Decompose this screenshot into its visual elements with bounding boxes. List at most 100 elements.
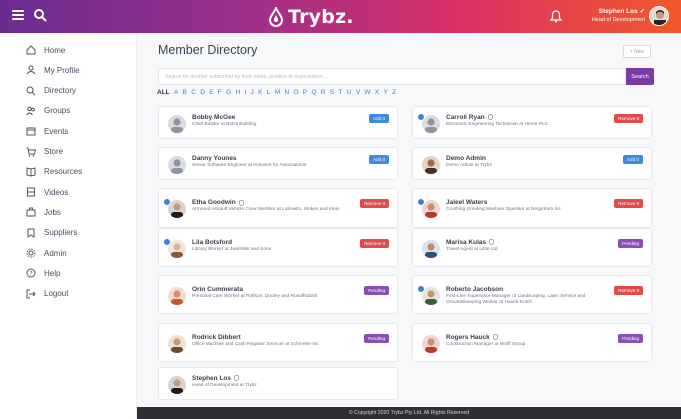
member-name[interactable]: Rogers Hauck: [446, 334, 498, 341]
remove-button[interactable]: Remove It: [614, 285, 643, 295]
search-button[interactable]: Search: [626, 68, 654, 85]
avatar[interactable]: [168, 114, 186, 133]
sidebar-item-admin[interactable]: Admin: [26, 246, 67, 260]
sidebar-item-label: Help: [44, 268, 61, 278]
member-card[interactable]: Demo Admin Demo Admin at Trybz Add It: [412, 147, 652, 180]
member-card[interactable]: Etha Goodwin Armored Assault Vehicle Crew…: [158, 188, 398, 228]
letter-filter-d[interactable]: D: [200, 89, 205, 96]
logo[interactable]: Trybz.: [268, 6, 354, 28]
sidebar-item-groups[interactable]: Groups: [26, 104, 70, 118]
member-name[interactable]: Rodrick Dibbert: [192, 334, 241, 341]
sidebar-item-help[interactable]: ? Help: [26, 266, 60, 280]
member-name[interactable]: Lila Botsford: [192, 239, 232, 246]
member-card[interactable]: Orin Cummerata Personal Care Worker at Ro…: [158, 275, 398, 314]
member-name[interactable]: Stephen Los: [192, 375, 240, 382]
member-card[interactable]: Carroll Ryan Electronic Engineering Techn…: [412, 106, 652, 139]
bell-icon[interactable]: [550, 10, 562, 23]
letter-filter-o[interactable]: O: [293, 89, 298, 96]
avatar[interactable]: [649, 6, 669, 26]
letter-filter-a[interactable]: A: [174, 89, 178, 96]
letter-filter-c[interactable]: C: [191, 89, 196, 96]
letter-filter-x[interactable]: X: [375, 89, 379, 96]
member-card[interactable]: Jaleel Waters Crushing Grinding Machine O…: [412, 188, 652, 228]
letter-filter-g[interactable]: G: [226, 89, 231, 96]
member-card[interactable]: Rodrick Dibbert Office Machine and Cash R…: [158, 323, 398, 362]
letter-filter-e[interactable]: E: [209, 89, 213, 96]
member-name[interactable]: Danny Younes: [192, 155, 237, 162]
letter-filter-q[interactable]: Q: [311, 89, 316, 96]
sidebar-item-directory[interactable]: Directory: [26, 84, 76, 98]
letter-filter-h[interactable]: H: [236, 89, 241, 96]
sidebar-item-logout[interactable]: Logout: [26, 287, 68, 301]
member-name[interactable]: Carroll Ryan: [446, 114, 493, 121]
member-name[interactable]: Demo Admin: [446, 155, 486, 162]
sidebar-item-label: Store: [44, 147, 64, 156]
avatar[interactable]: [422, 239, 440, 258]
letter-filter-f[interactable]: F: [218, 89, 222, 96]
letter-filter-p[interactable]: P: [303, 89, 307, 96]
add-button[interactable]: Add It: [368, 113, 389, 123]
letter-filter-u[interactable]: U: [347, 89, 352, 96]
letter-filter-s[interactable]: S: [330, 89, 334, 96]
avatar[interactable]: [168, 286, 186, 305]
letter-filter-z[interactable]: Z: [392, 89, 396, 96]
verified-shield-icon: [238, 199, 244, 206]
member-name[interactable]: Marisa Kulas: [446, 239, 495, 246]
letter-filter-j[interactable]: J: [251, 89, 254, 96]
sidebar-item-videos[interactable]: Videos: [26, 185, 68, 199]
member-card[interactable]: Stephen Los Head of Development at Trybz: [158, 367, 398, 400]
letter-filter-i[interactable]: I: [245, 89, 247, 96]
letter-filter-r[interactable]: R: [321, 89, 326, 96]
home-icon: [26, 45, 36, 55]
letter-filter-b[interactable]: B: [183, 89, 187, 96]
member-card[interactable]: Lila Botsford Library Worker at Jaskolski…: [158, 228, 398, 267]
letter-filter-t[interactable]: T: [338, 89, 342, 96]
sidebar-item-jobs[interactable]: Jobs: [26, 205, 61, 219]
search-icon[interactable]: [33, 8, 47, 22]
member-card[interactable]: Bobby McGee Chief Builder at Bob's Buildi…: [158, 106, 398, 139]
remove-button[interactable]: Remove It: [360, 199, 389, 208]
letter-filter-w[interactable]: W: [364, 89, 370, 96]
remove-button[interactable]: Remove It: [614, 113, 643, 123]
avatar[interactable]: [168, 334, 186, 353]
avatar[interactable]: [422, 155, 440, 174]
avatar[interactable]: [422, 334, 440, 353]
member-subtitle: Chief Builder at Bob's Building: [192, 121, 257, 127]
member-subtitle: Head of Development at Trybz: [192, 382, 257, 388]
new-button[interactable]: + New: [623, 45, 651, 58]
remove-button[interactable]: Remove It: [614, 199, 643, 208]
avatar[interactable]: [168, 155, 186, 174]
sidebar-item-my-profile[interactable]: My Profile: [26, 63, 80, 77]
search-input[interactable]: Search for another subscriber by their n…: [158, 68, 626, 85]
user-menu[interactable]: Stephen Los ✓ Head of Development: [592, 8, 645, 23]
member-card[interactable]: Roberto Jacobson First-Line Supervisor-Ma…: [412, 275, 652, 314]
letter-filter-k[interactable]: K: [258, 89, 262, 96]
add-button[interactable]: Add It: [622, 154, 643, 164]
letter-filter-all[interactable]: ALL: [157, 89, 170, 96]
sidebar-item-resources[interactable]: Resources: [26, 165, 82, 179]
letter-filter-m[interactable]: M: [275, 89, 280, 96]
member-subtitle: Travel Agent at Little Ltd: [446, 246, 498, 252]
sidebar-item-store[interactable]: Store: [26, 145, 63, 159]
menu-icon[interactable]: [12, 10, 24, 20]
letter-filter-v[interactable]: V: [356, 89, 360, 96]
member-name[interactable]: Etha Goodwin: [192, 199, 244, 206]
member-name[interactable]: Jaleel Waters: [446, 199, 487, 206]
member-name[interactable]: Bobby McGee: [192, 114, 235, 121]
remove-button[interactable]: Remove It: [360, 238, 389, 248]
letter-filter-y[interactable]: Y: [383, 89, 387, 96]
verified-shield-icon: [492, 334, 498, 340]
sidebar-item-home[interactable]: Home: [26, 43, 65, 57]
member-name[interactable]: Orin Cummerata: [192, 286, 243, 293]
member-card[interactable]: Danny Younes Senior Software Engineer at …: [158, 147, 398, 180]
letter-filter-l[interactable]: L: [267, 89, 271, 96]
sidebar-item-events[interactable]: Events: [26, 124, 68, 138]
avatar[interactable]: [168, 375, 186, 394]
member-card[interactable]: Marisa Kulas Travel Agent at Little Ltd Pe…: [412, 228, 652, 267]
sidebar-item-suppliers[interactable]: Suppliers: [26, 226, 77, 240]
member-card[interactable]: Rogers Hauck Construction Manager at Wolf…: [412, 323, 652, 362]
member-name[interactable]: Roberto Jacobson: [446, 286, 503, 293]
letter-filter-n[interactable]: N: [284, 89, 289, 96]
sidebar-item-label: Logout: [44, 289, 69, 299]
add-button[interactable]: Add It: [368, 154, 389, 164]
